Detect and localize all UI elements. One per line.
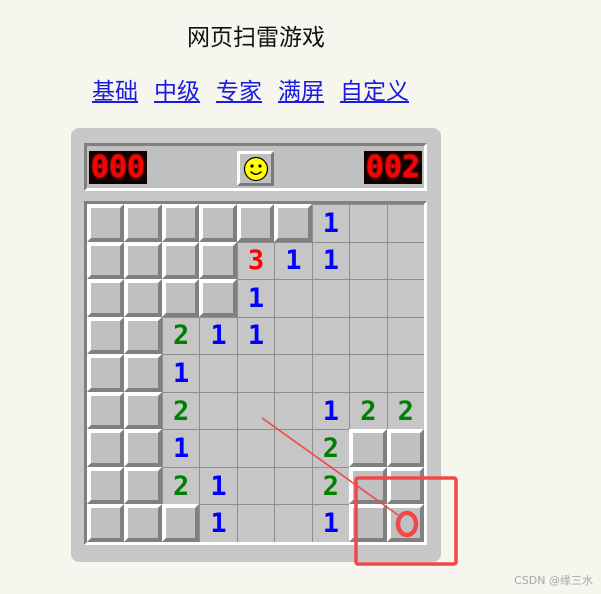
empty-cell [386,354,424,392]
nav-link-basic[interactable]: 基础 [92,72,138,106]
empty-cell [274,316,312,355]
closed-cell[interactable] [87,354,125,392]
empty-cell [349,354,387,392]
nav-link-custom[interactable]: 自定义 [340,72,409,106]
number-cell: 1 [236,279,275,317]
nav-link-expert[interactable]: 专家 [216,72,262,106]
closed-cell[interactable] [349,429,387,467]
closed-cell[interactable] [124,241,162,280]
closed-cell[interactable] [274,204,312,242]
number-cell: 1 [311,391,350,430]
number-cell: 1 [236,316,275,355]
difficulty-nav: 基础 中级 专家 满屏 自定义 [92,72,409,106]
empty-cell [274,429,312,467]
closed-cell[interactable] [161,204,200,242]
closed-cell[interactable] [124,504,162,542]
mine-counter: 000 [89,151,147,184]
watermark: CSDN @缘三水 [514,574,593,587]
empty-cell [386,204,424,242]
empty-cell [274,279,312,317]
empty-cell [386,316,424,355]
empty-cell [311,316,350,355]
number-cell: 1 [199,466,237,505]
closed-cell[interactable] [161,504,200,542]
number-cell: 2 [161,466,200,505]
empty-cell [236,429,275,467]
number-cell: 2 [161,316,200,355]
empty-cell [386,279,424,317]
empty-cell [199,429,237,467]
empty-cell [274,354,312,392]
number-cell: 1 [161,354,200,392]
empty-cell [236,504,275,542]
closed-cell[interactable] [87,466,125,505]
closed-cell[interactable] [386,429,424,467]
number-cell: 2 [311,429,350,467]
empty-cell [236,354,275,392]
number-cell: 1 [161,429,200,467]
timer-display: 002 [364,151,422,184]
closed-cell[interactable] [199,279,237,317]
closed-cell[interactable] [124,429,162,467]
number-cell: 1 [311,241,350,280]
closed-cell[interactable] [124,466,162,505]
nav-link-intermediate[interactable]: 中级 [154,72,200,106]
minesweeper-panel: 000 002 13111211121221221211 [71,128,441,562]
reset-face-button[interactable] [237,151,274,186]
closed-cell[interactable] [124,279,162,317]
closed-cell[interactable] [87,279,125,317]
closed-cell[interactable] [87,429,125,467]
empty-cell [199,354,237,392]
empty-cell [386,241,424,280]
empty-cell [349,316,387,355]
closed-cell[interactable] [349,504,387,542]
empty-cell [274,391,312,430]
empty-cell [349,279,387,317]
empty-cell [274,504,312,542]
closed-cell[interactable] [161,279,200,317]
closed-cell[interactable] [87,504,125,542]
closed-cell[interactable] [386,466,424,505]
number-cell: 1 [199,316,237,355]
closed-cell[interactable] [349,466,387,505]
board-frame: 13111211121221221211 [84,201,427,545]
number-cell: 3 [236,241,275,280]
closed-cell[interactable] [124,316,162,355]
minefield-grid: 13111211121221221211 [87,204,424,542]
number-cell: 1 [311,204,350,242]
closed-cell[interactable] [124,391,162,430]
number-cell: 2 [311,466,350,505]
closed-cell[interactable] [199,241,237,280]
empty-cell [199,391,237,430]
empty-cell [236,466,275,505]
number-cell: 2 [161,391,200,430]
closed-cell[interactable] [199,204,237,242]
empty-cell [349,241,387,280]
number-cell: 1 [199,504,237,542]
closed-cell[interactable] [87,316,125,355]
closed-cell[interactable] [236,204,275,242]
game-header: 000 002 [84,143,427,191]
page-title: 网页扫雷游戏 [187,25,325,51]
closed-cell[interactable] [124,204,162,242]
smiley-face-icon [243,156,268,181]
empty-cell [274,466,312,505]
closed-cell[interactable] [87,241,125,280]
number-cell: 2 [386,391,424,430]
closed-cell[interactable] [87,391,125,430]
number-cell: 1 [274,241,312,280]
closed-cell[interactable] [87,204,125,242]
number-cell: 1 [311,504,350,542]
empty-cell [311,354,350,392]
closed-cell[interactable] [124,354,162,392]
empty-cell [349,204,387,242]
empty-cell [311,279,350,317]
number-cell: 2 [349,391,387,430]
nav-link-fullscreen[interactable]: 满屏 [278,72,324,106]
closed-cell[interactable] [161,241,200,280]
closed-cell[interactable] [386,504,424,542]
empty-cell [236,391,275,430]
